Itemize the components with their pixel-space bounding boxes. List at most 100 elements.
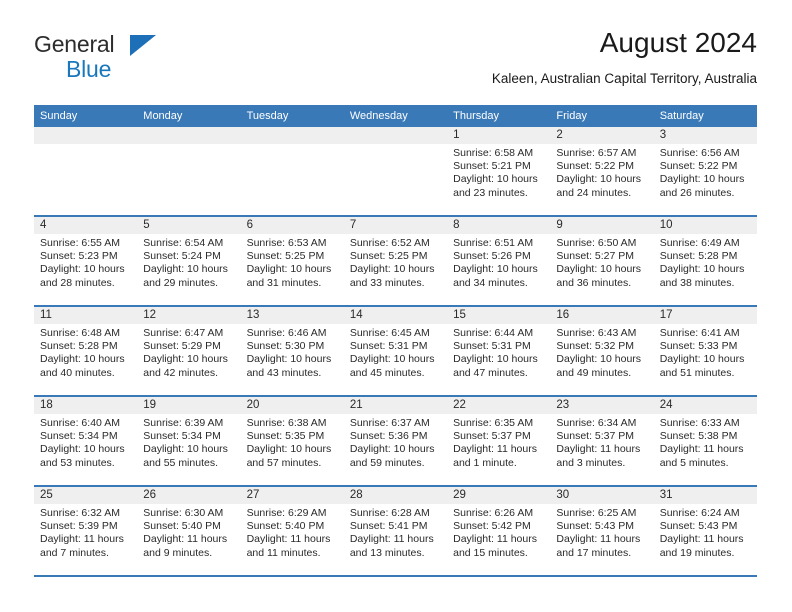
day-number: 8 — [447, 217, 551, 234]
calendar-day-cell[interactable]: 14 Sunrise: 6:45 AM Sunset: 5:31 PM Dayligh… — [343, 306, 448, 397]
calendar-day-cell[interactable]: 22 Sunrise: 6:35 AM Sunset: 5:37 PM Dayligh… — [447, 396, 551, 487]
day-number: 26 — [137, 487, 241, 504]
day-number: 25 — [34, 487, 138, 504]
daylight-line-2: and 33 minutes. — [349, 276, 425, 289]
sunset-time: Sunset: 5:31 PM — [349, 340, 428, 353]
daylight-line-2: and 5 minutes. — [659, 456, 729, 469]
calendar-day-cell[interactable]: 23 Sunrise: 6:34 AM Sunset: 5:37 PM Dayligh… — [550, 396, 654, 487]
calendar-day-cell[interactable]: 21 Sunrise: 6:37 AM Sunset: 5:36 PM Dayligh… — [343, 396, 448, 487]
day-details: Sunrise: 6:34 AM Sunset: 5:37 PM Daylight:… — [550, 414, 653, 470]
day-cell-inner: 14 Sunrise: 6:45 AM Sunset: 5:31 PM Dayligh… — [343, 307, 448, 395]
daylight-line-2: and 3 minutes. — [556, 456, 626, 469]
day-number: 6 — [240, 217, 344, 234]
daylight-line-2: and 24 minutes. — [556, 186, 632, 199]
calendar-day-cell[interactable]: 4 Sunrise: 6:55 AM Sunset: 5:23 PM Daylight… — [34, 216, 138, 307]
daylight-line-1: Daylight: 10 hours — [143, 353, 228, 366]
day-number: 22 — [447, 397, 551, 414]
calendar-day-cell[interactable]: 17 Sunrise: 6:41 AM Sunset: 5:33 PM Dayligh… — [653, 306, 757, 397]
calendar-day-cell[interactable]: 26 Sunrise: 6:30 AM Sunset: 5:40 PM Dayligh… — [137, 486, 241, 577]
daylight-line-2: and 59 minutes. — [349, 456, 425, 469]
daylight-line-2: and 13 minutes. — [349, 546, 425, 559]
day-number — [343, 127, 448, 144]
daylight-line-1: Daylight: 10 hours — [246, 353, 332, 366]
day-cell-inner: 30 Sunrise: 6:25 AM Sunset: 5:43 PM Dayligh… — [550, 487, 654, 575]
day-number: 9 — [550, 217, 654, 234]
daylight-line-1: Daylight: 10 hours — [143, 263, 228, 276]
logo-triangle-icon — [130, 35, 156, 56]
sunrise-time: Sunrise: 6:40 AM — [40, 417, 120, 429]
day-cell-inner: 28 Sunrise: 6:28 AM Sunset: 5:41 PM Dayligh… — [343, 487, 448, 575]
calendar-day-cell[interactable]: 18 Sunrise: 6:40 AM Sunset: 5:34 PM Dayligh… — [34, 396, 138, 487]
day-cell-inner: 20 Sunrise: 6:38 AM Sunset: 5:35 PM Dayligh… — [240, 397, 344, 485]
day-cell-inner — [137, 127, 241, 215]
calendar-day-cell[interactable]: 28 Sunrise: 6:28 AM Sunset: 5:41 PM Dayligh… — [343, 486, 448, 577]
calendar-day-cell[interactable]: 13 Sunrise: 6:46 AM Sunset: 5:30 PM Dayligh… — [240, 306, 344, 397]
weekday-header-saturday: Saturday — [653, 105, 757, 127]
sunset-time: Sunset: 5:26 PM — [453, 250, 531, 263]
day-number: 27 — [240, 487, 344, 504]
calendar-day-cell[interactable]: 6 Sunrise: 6:53 AM Sunset: 5:25 PM Daylight… — [240, 216, 344, 307]
sunrise-time: Sunrise: 6:24 AM — [659, 507, 740, 519]
day-details: Sunrise: 6:56 AM Sunset: 5:22 PM Daylight:… — [654, 144, 757, 200]
calendar-day-cell[interactable]: 20 Sunrise: 6:38 AM Sunset: 5:35 PM Dayligh… — [240, 396, 344, 487]
day-cell-inner: 18 Sunrise: 6:40 AM Sunset: 5:34 PM Dayligh… — [34, 397, 138, 485]
general-blue-logo[interactable]: General Blue — [34, 32, 274, 92]
day-cell-inner: 4 Sunrise: 6:55 AM Sunset: 5:23 PM Daylight… — [34, 217, 138, 305]
weekday-header-monday: Monday — [137, 105, 241, 127]
calendar-day-cell[interactable]: 10 Sunrise: 6:49 AM Sunset: 5:28 PM Dayligh… — [653, 216, 757, 307]
calendar-day-cell[interactable]: 2 Sunrise: 6:57 AM Sunset: 5:22 PM Daylight… — [550, 127, 654, 217]
calendar-day-cell[interactable]: 3 Sunrise: 6:56 AM Sunset: 5:22 PM Daylight… — [653, 127, 757, 217]
sunset-time: Sunset: 5:36 PM — [349, 430, 428, 443]
sunset-time: Sunset: 5:30 PM — [246, 340, 325, 353]
calendar-day-cell[interactable]: 27 Sunrise: 6:29 AM Sunset: 5:40 PM Dayligh… — [240, 486, 344, 577]
day-cell-inner: 3 Sunrise: 6:56 AM Sunset: 5:22 PM Daylight… — [653, 127, 757, 215]
calendar-day-cell[interactable]: 31 Sunrise: 6:24 AM Sunset: 5:43 PM Dayligh… — [653, 486, 757, 577]
calendar-day-cell[interactable]: 19 Sunrise: 6:39 AM Sunset: 5:34 PM Dayligh… — [137, 396, 241, 487]
calendar-day-cell[interactable]: 8 Sunrise: 6:51 AM Sunset: 5:26 PM Daylight… — [447, 216, 551, 307]
sunrise-time: Sunrise: 6:41 AM — [659, 327, 740, 339]
weekday-header-sunday: Sunday — [34, 105, 138, 127]
calendar-day-cell[interactable]: 12 Sunrise: 6:47 AM Sunset: 5:29 PM Dayligh… — [137, 306, 241, 397]
day-number: 11 — [34, 307, 138, 324]
day-details: Sunrise: 6:37 AM Sunset: 5:36 PM Daylight:… — [344, 414, 447, 470]
sunset-time: Sunset: 5:43 PM — [659, 520, 738, 533]
sunset-time: Sunset: 5:27 PM — [556, 250, 635, 263]
sunrise-time: Sunrise: 6:53 AM — [246, 237, 327, 249]
sunrise-time: Sunrise: 6:34 AM — [556, 417, 637, 429]
daylight-line-1: Daylight: 10 hours — [349, 443, 435, 456]
calendar-day-cell[interactable]: 29 Sunrise: 6:26 AM Sunset: 5:42 PM Dayligh… — [447, 486, 551, 577]
day-number: 21 — [343, 397, 448, 414]
daylight-line-1: Daylight: 11 hours — [453, 533, 537, 546]
day-number: 2 — [550, 127, 654, 144]
daylight-line-2: and 40 minutes. — [40, 366, 115, 379]
calendar-day-cell[interactable]: 25 Sunrise: 6:32 AM Sunset: 5:39 PM Dayligh… — [34, 486, 138, 577]
daylight-line-2: and 55 minutes. — [143, 456, 218, 469]
calendar-day-cell[interactable]: 30 Sunrise: 6:25 AM Sunset: 5:43 PM Dayligh… — [550, 486, 654, 577]
daylight-line-1: Daylight: 11 hours — [659, 443, 744, 456]
day-cell-inner: 24 Sunrise: 6:33 AM Sunset: 5:38 PM Dayligh… — [653, 397, 757, 485]
sunrise-time: Sunrise: 6:50 AM — [556, 237, 637, 249]
calendar-week-row: 25 Sunrise: 6:32 AM Sunset: 5:39 PM Dayligh… — [34, 486, 757, 577]
calendar-cell-empty — [34, 127, 138, 217]
daylight-line-1: Daylight: 10 hours — [659, 353, 745, 366]
day-details: Sunrise: 6:26 AM Sunset: 5:42 PM Daylight:… — [447, 504, 550, 560]
day-details: Sunrise: 6:46 AM Sunset: 5:30 PM Daylight:… — [241, 324, 344, 380]
calendar-day-cell[interactable]: 1 Sunrise: 6:58 AM Sunset: 5:21 PM Daylight… — [447, 127, 551, 217]
daylight-line-2: and 9 minutes. — [143, 546, 213, 559]
calendar-day-cell[interactable]: 15 Sunrise: 6:44 AM Sunset: 5:31 PM Dayligh… — [447, 306, 551, 397]
calendar-day-cell[interactable]: 16 Sunrise: 6:43 AM Sunset: 5:32 PM Dayligh… — [550, 306, 654, 397]
day-cell-inner: 12 Sunrise: 6:47 AM Sunset: 5:29 PM Dayligh… — [137, 307, 241, 395]
daylight-line-2: and 29 minutes. — [143, 276, 218, 289]
sunset-time: Sunset: 5:31 PM — [453, 340, 531, 353]
sunrise-time: Sunrise: 6:56 AM — [659, 147, 740, 159]
daylight-line-2: and 49 minutes. — [556, 366, 632, 379]
calendar-day-cell[interactable]: 9 Sunrise: 6:50 AM Sunset: 5:27 PM Daylight… — [550, 216, 654, 307]
sunset-time: Sunset: 5:23 PM — [40, 250, 118, 263]
calendar-day-cell[interactable]: 7 Sunrise: 6:52 AM Sunset: 5:25 PM Daylight… — [343, 216, 448, 307]
calendar-day-cell[interactable]: 24 Sunrise: 6:33 AM Sunset: 5:38 PM Dayligh… — [653, 396, 757, 487]
sunrise-time: Sunrise: 6:52 AM — [349, 237, 430, 249]
day-cell-inner: 10 Sunrise: 6:49 AM Sunset: 5:28 PM Dayligh… — [653, 217, 757, 305]
day-number: 18 — [34, 397, 138, 414]
calendar-day-cell[interactable]: 11 Sunrise: 6:48 AM Sunset: 5:28 PM Dayligh… — [34, 306, 138, 397]
calendar-day-cell[interactable]: 5 Sunrise: 6:54 AM Sunset: 5:24 PM Daylight… — [137, 216, 241, 307]
